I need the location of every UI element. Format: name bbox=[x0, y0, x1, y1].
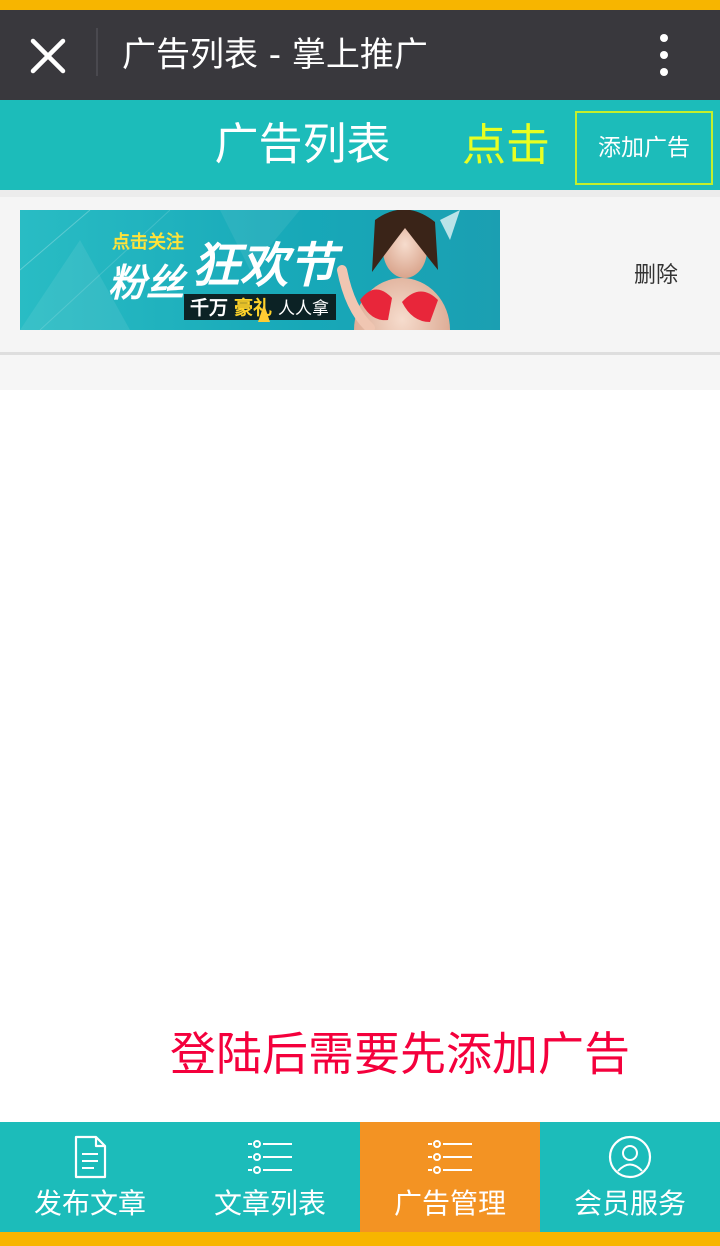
top-accent-bar bbox=[0, 0, 720, 10]
add-ad-button[interactable]: 添加广告 bbox=[575, 111, 713, 185]
tab-label: 文章列表 bbox=[213, 1187, 326, 1220]
tab-label: 广告管理 bbox=[393, 1187, 506, 1220]
close-icon bbox=[30, 38, 66, 74]
tab-ad-management[interactable]: 广告管理 bbox=[360, 1122, 540, 1232]
banner-small-heading: 点击关注 bbox=[112, 231, 184, 253]
tab-member-service[interactable]: 会员服务 bbox=[540, 1122, 720, 1232]
banner-strip-c: 人人拿 bbox=[278, 298, 329, 319]
more-menu-button[interactable] bbox=[640, 28, 688, 82]
tab-label: 会员服务 bbox=[573, 1187, 686, 1220]
user-icon bbox=[608, 1135, 652, 1179]
tab-article-list[interactable]: 文章列表 bbox=[180, 1122, 360, 1232]
ad-banner-image[interactable]: 点击关注 粉丝 狂欢节 千万 豪礼 人人拿 bbox=[20, 210, 500, 330]
click-annotation: 点击 bbox=[462, 120, 550, 171]
banner-big-main: 狂欢节 bbox=[192, 238, 344, 294]
title-bar: 广告列表 - 掌上推广 bbox=[0, 10, 720, 100]
login-hint-annotation: 登陆后需要先添加广告 bbox=[170, 1027, 630, 1081]
list-icon bbox=[248, 1140, 292, 1174]
list-footer-strip bbox=[0, 355, 720, 390]
banner-big-left: 粉丝 bbox=[108, 261, 188, 305]
delete-ad-button[interactable]: 删除 bbox=[620, 259, 692, 293]
bottom-tab-bar: 发布文章 文章列表 广告管理 会员服务 bbox=[0, 1122, 720, 1232]
title-bar-divider bbox=[96, 28, 98, 76]
more-vertical-icon bbox=[660, 34, 668, 76]
bottom-accent-bar bbox=[0, 1232, 720, 1246]
tab-label: 发布文章 bbox=[33, 1187, 146, 1220]
app-frame: 广告列表 - 掌上推广 广告列表 点击 添加广告 点击关注 粉丝 狂欢节 千万 … bbox=[0, 0, 720, 1246]
ad-list-item: 点击关注 粉丝 狂欢节 千万 豪礼 人人拿 删除 bbox=[0, 197, 720, 352]
banner-strip-a: 千万 bbox=[190, 297, 228, 319]
close-button[interactable] bbox=[22, 30, 74, 82]
list-icon bbox=[428, 1140, 472, 1174]
tab-publish-article[interactable]: 发布文章 bbox=[0, 1122, 180, 1232]
window-title: 广告列表 - 掌上推广 bbox=[122, 35, 428, 75]
document-icon bbox=[74, 1135, 107, 1179]
header-gap bbox=[0, 190, 720, 197]
